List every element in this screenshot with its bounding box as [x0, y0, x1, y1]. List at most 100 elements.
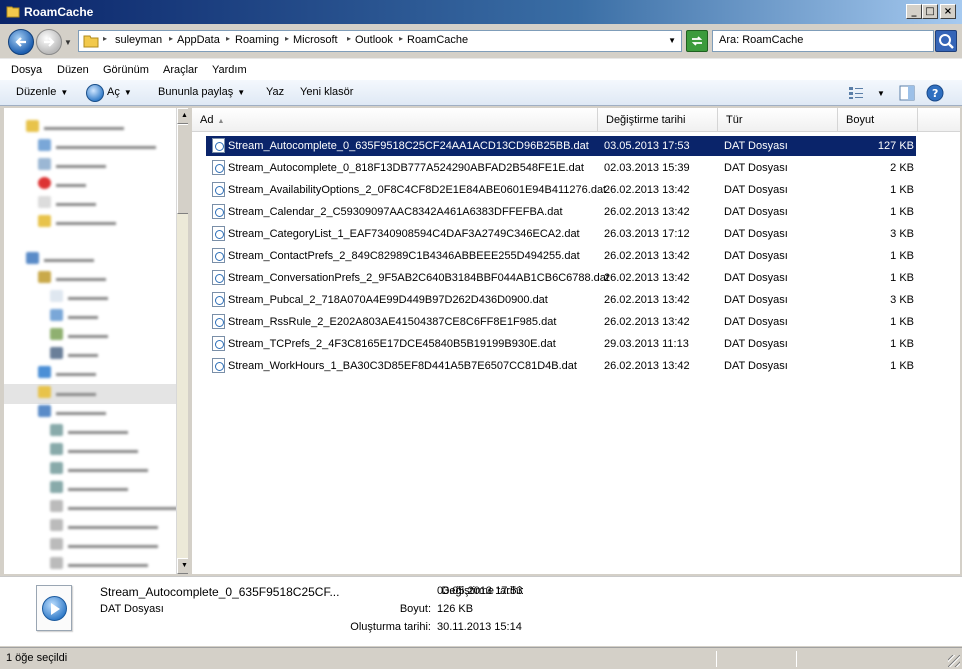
file-date: 26.02.2013 13:42: [604, 206, 690, 218]
file-row[interactable]: Stream_ConversationPrefs_2_9F5AB2C640B31…: [206, 268, 916, 288]
breadcrumb-appdata[interactable]: AppData: [177, 34, 220, 46]
file-size: 1 KB: [890, 316, 914, 328]
view-options-icon[interactable]: [848, 86, 864, 100]
play-icon: [51, 603, 60, 615]
open-label: Aç: [107, 86, 120, 98]
file-row[interactable]: Stream_RssRule_2_E202A803AE41504387CE8C6…: [206, 312, 916, 332]
column-type[interactable]: Tür: [718, 108, 838, 132]
close-button[interactable]: ×: [940, 4, 956, 19]
column-name[interactable]: Ad ▲: [192, 108, 598, 132]
file-row[interactable]: Stream_TCPrefs_2_4F3C8165E17DCE45840B5B1…: [206, 334, 916, 354]
nav-drive-e[interactable]: ▬▬▬▬▬▬▬▬: [50, 462, 148, 478]
breadcrumb-microsoft[interactable]: Microsoft: [293, 34, 338, 46]
search-button[interactable]: [935, 30, 957, 52]
dat-file-icon: [212, 204, 225, 219]
minimize-button[interactable]: _: [906, 4, 922, 19]
address-bar[interactable]: ▸ suleyman ▸ AppData ▸ Roaming ▸ Microso…: [78, 30, 682, 52]
scroll-up-icon[interactable]: ▲: [177, 108, 188, 124]
nav-mega[interactable]: ▬▬▬: [38, 177, 86, 193]
breadcrumb-outlook[interactable]: Outlook: [355, 34, 393, 46]
nav-google-drive[interactable]: ▬▬▬▬▬▬: [38, 215, 116, 231]
breadcrumb-roaming[interactable]: Roaming: [235, 34, 279, 46]
history-dropdown-icon[interactable]: ▼: [64, 38, 72, 47]
nav-scrollbar[interactable]: ▲ ▼: [176, 108, 188, 574]
nav-favorites[interactable]: ▬▬▬▬▬▬▬▬: [26, 120, 124, 136]
nav-pictures[interactable]: ▬▬▬▬: [50, 328, 108, 344]
address-dropdown-icon[interactable]: ▼: [668, 36, 676, 45]
search-input[interactable]: Ara: RoamCache: [712, 30, 934, 52]
breadcrumb-suleyman[interactable]: suleyman: [115, 34, 162, 46]
file-row[interactable]: Stream_Autocomplete_0_818F13DB777A524290…: [206, 158, 916, 178]
nav-recent[interactable]: ▬▬▬▬▬: [38, 158, 106, 174]
nav-downloads[interactable]: ▬▬▬▬▬▬▬▬▬▬: [38, 139, 156, 155]
drive-icon: [50, 538, 63, 550]
resize-grip-icon[interactable]: [948, 655, 960, 667]
nav-videos[interactable]: ▬▬▬: [50, 347, 98, 363]
view-dropdown-icon[interactable]: ▼: [877, 89, 885, 98]
file-row[interactable]: Stream_CategoryList_1_EAF7340908594C4DAF…: [206, 224, 916, 244]
nav-drive-i[interactable]: ▬▬▬▬▬▬▬▬▬: [50, 538, 158, 554]
column-name-label: Ad: [200, 114, 214, 126]
nav-drive-j[interactable]: ▬▬▬▬▬▬▬▬: [50, 557, 148, 573]
nav-libraries[interactable]: ▬▬▬▬▬: [38, 271, 106, 287]
address-row: ▼ ▸ suleyman ▸ AppData ▸ Roaming ▸ Micro…: [0, 24, 962, 58]
help-icon[interactable]: ?: [926, 84, 944, 102]
open-button[interactable]: Aç ▼: [107, 86, 132, 98]
nav-drive-d[interactable]: ▬▬▬▬▬▬▬: [50, 443, 138, 459]
nav-drive-g[interactable]: ▬▬▬▬▬▬▬▬▬▬▬: [50, 500, 178, 516]
status-divider: [716, 651, 717, 667]
back-button[interactable]: [8, 29, 34, 55]
file-name: Stream_RssRule_2_E202A803AE41504387CE8C6…: [228, 316, 557, 328]
breadcrumb-roamcache[interactable]: RoamCache: [407, 34, 468, 46]
file-date: 26.02.2013 13:42: [604, 184, 690, 196]
file-size: 3 KB: [890, 228, 914, 240]
new-folder-button[interactable]: Yeni klasör: [300, 86, 353, 98]
file-size: 1 KB: [890, 360, 914, 372]
scroll-down-icon[interactable]: ▼: [177, 558, 188, 574]
file-row[interactable]: Stream_AvailabilityOptions_2_0F8C4CF8D2E…: [206, 180, 916, 200]
details-file-type: DAT Dosyası: [100, 603, 164, 615]
nav-music[interactable]: ▬▬▬: [50, 309, 98, 325]
file-row[interactable]: Stream_WorkHours_1_BA30C3D85EF8D441A5B7E…: [206, 356, 916, 376]
file-type: DAT Dosyası: [724, 140, 788, 152]
nav-computer[interactable]: ▬▬▬▬▬: [38, 405, 106, 421]
menu-bar: Dosya Düzen Görünüm Araçlar Yardım: [0, 58, 962, 80]
svg-text:?: ?: [932, 87, 938, 100]
navigation-pane[interactable]: ▬▬▬▬▬▬▬▬ ▬▬▬▬▬▬▬▬▬▬ ▬▬▬▬▬ ▬▬▬ ▬▬▬▬ ▬▬▬▬▬…: [4, 108, 188, 574]
file-row[interactable]: Stream_Pubcal_2_718A070A4E99D449B97D262D…: [206, 290, 916, 310]
nav-drive-f[interactable]: ▬▬▬▬▬▬: [50, 481, 128, 497]
file-row[interactable]: Stream_Calendar_2_C59309097AAC8342A461A6…: [206, 202, 916, 222]
dat-file-icon: [212, 292, 225, 307]
column-size[interactable]: Boyut: [838, 108, 918, 132]
nav-user-folder[interactable]: ▬▬▬▬: [38, 386, 96, 402]
breadcrumb-separator-icon: ▸: [169, 34, 174, 43]
nav-homegroup[interactable]: ▬▬▬▬: [38, 366, 96, 382]
menu-yardim[interactable]: Yardım: [212, 64, 247, 76]
preview-pane-icon[interactable]: [899, 85, 915, 101]
share-button[interactable]: Bununla paylaş ▼: [158, 86, 245, 98]
computer-icon: [38, 405, 51, 417]
menu-dosya[interactable]: Dosya: [11, 64, 42, 76]
breadcrumb-separator-icon: ▸: [226, 34, 231, 43]
file-date: 26.03.2013 17:12: [604, 228, 690, 240]
nav-desktop[interactable]: ▬▬▬▬▬: [26, 252, 94, 268]
file-date: 26.02.2013 13:42: [604, 294, 690, 306]
print-button[interactable]: Yaz: [266, 86, 284, 98]
file-row[interactable]: Stream_ContactPrefs_2_849C82989C1B4346AB…: [206, 246, 916, 266]
forward-button[interactable]: [36, 29, 62, 55]
menu-gorunum[interactable]: Görünüm: [103, 64, 149, 76]
nav-onedrive[interactable]: ▬▬▬▬: [38, 196, 96, 212]
nav-drive-c[interactable]: ▬▬▬▬▬▬: [50, 424, 128, 440]
file-row[interactable]: Stream_Autocomplete_0_635F9518C25CF24AA1…: [206, 136, 916, 156]
organize-button[interactable]: Düzenle ▼: [16, 86, 68, 98]
menu-duzen[interactable]: Düzen: [57, 64, 89, 76]
window-title: RoamCache: [24, 5, 94, 19]
scroll-thumb[interactable]: [177, 124, 188, 214]
nav-drive-h[interactable]: ▬▬▬▬▬▬▬▬▬: [50, 519, 158, 535]
maximize-button[interactable]: □: [922, 4, 938, 19]
column-date[interactable]: Değiştirme tarihi: [598, 108, 718, 132]
nav-documents[interactable]: ▬▬▬▬: [50, 290, 108, 306]
command-bar: Düzenle ▼ Aç ▼ Bununla paylaş ▼ Yaz Yeni kl…: [0, 80, 962, 106]
refresh-button[interactable]: [686, 30, 708, 52]
menu-araclar[interactable]: Araçlar: [163, 64, 198, 76]
